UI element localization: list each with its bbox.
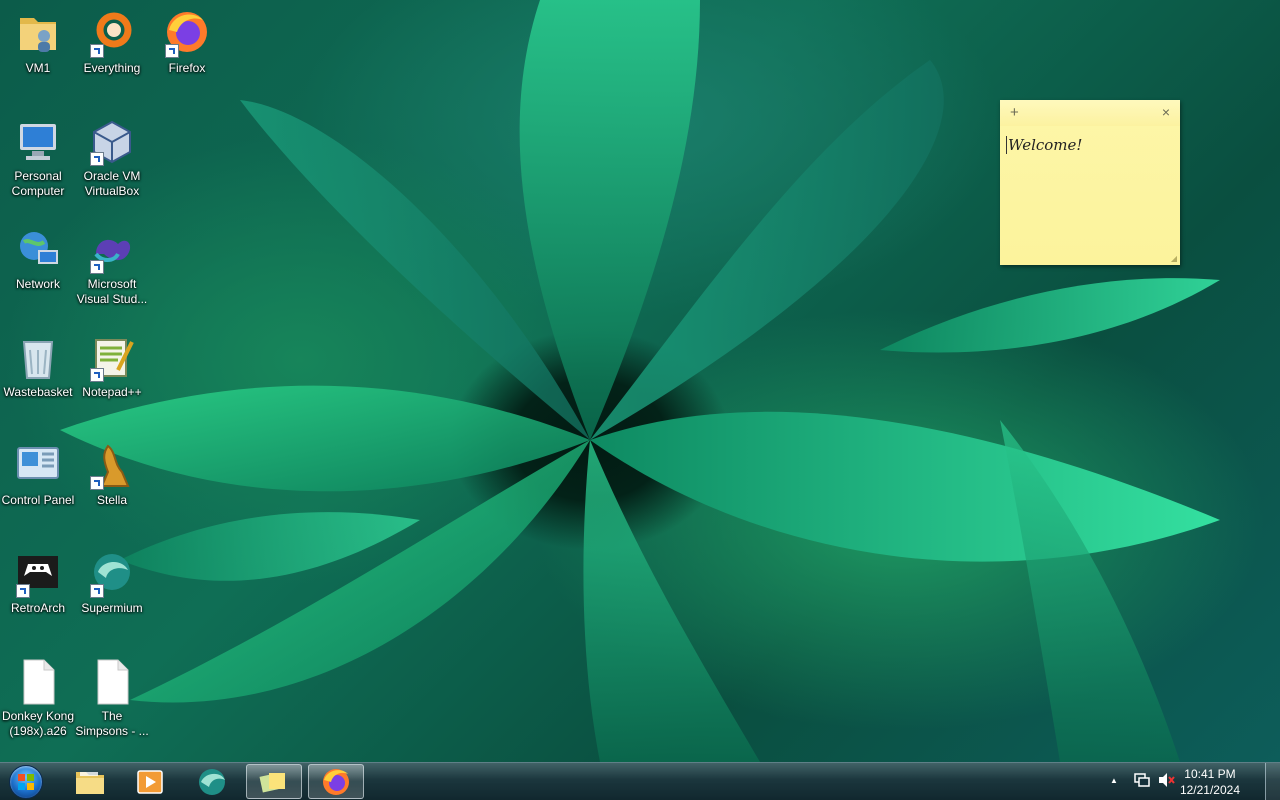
desktop-icon-personal-computer[interactable]: Personal Computer	[0, 118, 76, 199]
shortcut-arrow-icon	[90, 44, 104, 58]
taskbar-supermium[interactable]	[184, 764, 240, 799]
desktop-icon-control-panel[interactable]: Control Panel	[0, 442, 76, 508]
desktop-icon-donkey-kong[interactable]: Donkey Kong (198x).a26	[0, 658, 76, 739]
desktop[interactable]: VM1 Everything Firefox Personal Computer…	[0, 0, 1280, 762]
taskbar-sticky-notes[interactable]	[246, 764, 302, 799]
stella-joystick-icon	[88, 442, 136, 490]
sticky-notes-icon	[259, 772, 285, 792]
sticky-note-text[interactable]: Welcome!	[1006, 136, 1082, 154]
shortcut-arrow-icon	[16, 584, 30, 598]
desktop-icon-everything[interactable]: Everything	[74, 10, 150, 76]
control-panel-icon	[14, 442, 62, 490]
desktop-icon-label: Personal Computer	[11, 169, 65, 198]
notepad-plus-plus-icon	[88, 334, 136, 382]
desktop-icon-label: Stella	[96, 493, 128, 507]
folder-user-icon	[14, 10, 62, 58]
firefox-icon	[163, 10, 211, 58]
shortcut-arrow-icon	[90, 476, 104, 490]
desktop-icon-visual-studio[interactable]: Microsoft Visual Stud...	[74, 226, 150, 307]
file-icon	[88, 658, 136, 706]
shortcut-arrow-icon	[165, 44, 179, 58]
sticky-note-titlebar[interactable]: + ×	[1000, 100, 1180, 126]
network-icon	[14, 226, 62, 274]
desktop-icon-supermium[interactable]: Supermium	[74, 550, 150, 616]
desktop-icon-retroarch[interactable]: RetroArch	[0, 550, 76, 616]
resize-grip-icon[interactable]: ◢	[1171, 254, 1177, 263]
desktop-icon-virtualbox[interactable]: Oracle VM VirtualBox	[74, 118, 150, 199]
system-tray: ▲ 10:41 PM 12/21/2024	[1110, 763, 1280, 800]
supermium-icon	[88, 550, 136, 598]
desktop-icon-label: Notepad++	[82, 385, 142, 399]
virtualbox-icon	[88, 118, 136, 166]
desktop-icon-stella[interactable]: Stella	[74, 442, 150, 508]
shortcut-arrow-icon	[90, 368, 104, 382]
desktop-icon-network[interactable]: Network	[0, 226, 76, 292]
supermium-icon	[199, 768, 225, 795]
desktop-icon-label: Supermium	[81, 601, 143, 615]
desktop-icon-label: Wastebasket	[3, 385, 73, 399]
desktop-icon-notepad-plus-plus[interactable]: Notepad++	[74, 334, 150, 400]
show-hidden-icons-button[interactable]: ▲	[1110, 776, 1118, 785]
taskbar-file-explorer[interactable]	[62, 764, 118, 799]
taskbar-firefox[interactable]	[308, 764, 364, 799]
show-desktop-button[interactable]	[1265, 763, 1280, 800]
add-note-button[interactable]: +	[1010, 104, 1019, 121]
desktop-icon-label: Firefox	[168, 61, 206, 75]
volume-muted-icon[interactable]	[1158, 772, 1176, 791]
shortcut-arrow-icon	[90, 152, 104, 166]
desktop-icon-label: Oracle VM VirtualBox	[83, 169, 141, 198]
desktop-icon-label: Microsoft Visual Stud...	[76, 277, 148, 306]
desktop-icon-the-simpsons[interactable]: The Simpsons - ...	[74, 658, 150, 739]
everything-search-icon	[88, 10, 136, 58]
taskbar-media-player[interactable]	[122, 764, 178, 799]
retroarch-icon	[14, 550, 62, 598]
desktop-icon-label: The Simpsons - ...	[75, 709, 149, 738]
shortcut-arrow-icon	[90, 584, 104, 598]
file-icon	[14, 658, 62, 706]
computer-icon	[14, 118, 62, 166]
close-note-button[interactable]: ×	[1162, 104, 1170, 120]
recycle-bin-icon	[14, 334, 62, 382]
visual-studio-icon	[88, 226, 136, 274]
sticky-note[interactable]: + × Welcome! ◢	[1000, 100, 1180, 265]
desktop-icon-label: RetroArch	[10, 601, 66, 615]
start-button[interactable]	[4, 764, 48, 799]
clock-time: 10:41 PM	[1184, 767, 1236, 781]
shortcut-arrow-icon	[90, 260, 104, 274]
desktop-icon-wastebasket[interactable]: Wastebasket	[0, 334, 76, 400]
desktop-icon-label: VM1	[25, 61, 51, 75]
clock-date: 12/21/2024	[1179, 783, 1240, 797]
windows-orb-icon	[9, 764, 43, 799]
desktop-icon-label: Network	[15, 277, 60, 291]
folder-icon	[76, 771, 104, 794]
desktop-icon-label: Donkey Kong (198x).a26	[1, 709, 75, 738]
desktop-icon-label: Everything	[83, 61, 141, 75]
desktop-icon-firefox[interactable]: Firefox	[149, 10, 225, 76]
desktop-icon-label: Control Panel	[1, 493, 75, 507]
desktop-icon-vm1[interactable]: VM1	[0, 10, 76, 76]
clock[interactable]: 10:41 PM 12/21/2024	[1180, 766, 1240, 798]
firefox-icon	[323, 768, 349, 795]
media-player-icon	[137, 769, 163, 794]
taskbar: ▲ 10:41 PM 12/21/2024	[0, 762, 1280, 800]
action-center-icon[interactable]	[1134, 772, 1150, 791]
